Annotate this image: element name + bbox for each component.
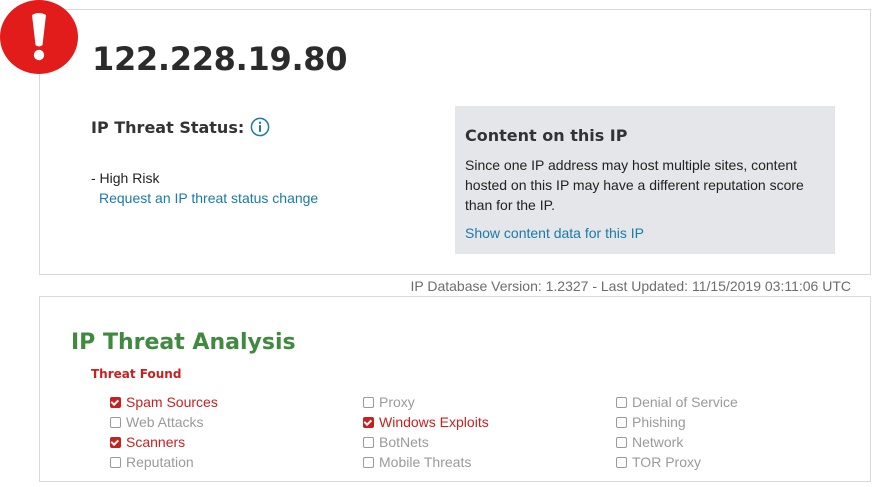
threat-item-label: Web Attacks [126,414,204,430]
request-status-change-link[interactable]: Request an IP threat status change [99,190,318,206]
unchecked-checkbox-icon [616,436,627,448]
threat-item-label: Phishing [632,414,686,430]
status-label-text: IP Threat Status: [91,117,245,137]
content-box-description: Since one IP address may host multiple s… [465,157,804,213]
threat-item-label: TOR Proxy [632,454,701,470]
ip-summary-panel: 122.228.19.80 IP Threat Status: - High R… [39,9,871,275]
unchecked-checkbox-icon [110,456,121,468]
checked-checkbox-icon [110,396,121,408]
threat-item: Proxy [363,392,489,412]
threat-item-label: Mobile Threats [379,454,472,470]
checked-checkbox-icon [110,436,121,448]
show-content-data-link[interactable]: Show content data for this IP [465,225,825,241]
threat-item-label: Spam Sources [126,394,218,410]
threat-column-1: Spam Sources Web Attacks Scanners Reputatio… [110,392,218,472]
unchecked-checkbox-icon [616,456,627,468]
unchecked-checkbox-icon [616,396,627,408]
threat-item: BotNets [363,432,489,452]
unchecked-checkbox-icon [616,416,627,428]
content-box-title: Content on this IP [465,126,628,145]
info-icon[interactable] [250,117,270,137]
alert-icon [0,0,78,74]
threat-item-label: Scanners [126,434,186,450]
threat-item: TOR Proxy [616,452,738,472]
threat-item: Mobile Threats [363,452,489,472]
risk-level-text: - High Risk [91,170,160,186]
threat-item: Reputation [110,452,218,472]
threat-item-label: Proxy [379,394,415,410]
threat-analysis-panel: IP Threat Analysis Threat Found Spam Sou… [39,296,871,482]
threat-item: Web Attacks [110,412,218,432]
threat-item: Spam Sources [110,392,218,412]
threat-item: Scanners [110,432,218,452]
unchecked-checkbox-icon [363,436,374,448]
ip-address-title: 122.228.19.80 [92,40,348,78]
checked-checkbox-icon [363,416,374,428]
threat-item: Denial of Service [616,392,738,412]
threat-column-3: Denial of Service Phishing Network TOR Prox… [616,392,738,472]
threat-item: Phishing [616,412,738,432]
threat-column-2: Proxy Windows Exploits BotNets Mobile Threa… [363,392,489,472]
threat-item-label: Windows Exploits [379,414,489,430]
database-version-text: IP Database Version: 1.2327 - Last Updat… [410,278,851,294]
content-info-box: Content on this IP Since one IP address … [455,106,835,254]
threat-item: Windows Exploits [363,412,489,432]
ip-threat-status-label: IP Threat Status: [91,117,270,137]
threat-item-label: BotNets [379,434,429,450]
threat-item: Network [616,432,738,452]
analysis-title: IP Threat Analysis [71,330,296,355]
threat-item-label: Reputation [126,454,194,470]
threat-found-label: Threat Found [91,367,182,381]
unchecked-checkbox-icon [363,456,374,468]
threat-item-label: Network [632,434,684,450]
unchecked-checkbox-icon [363,396,374,408]
unchecked-checkbox-icon [110,416,121,428]
threat-item-label: Denial of Service [632,394,738,410]
